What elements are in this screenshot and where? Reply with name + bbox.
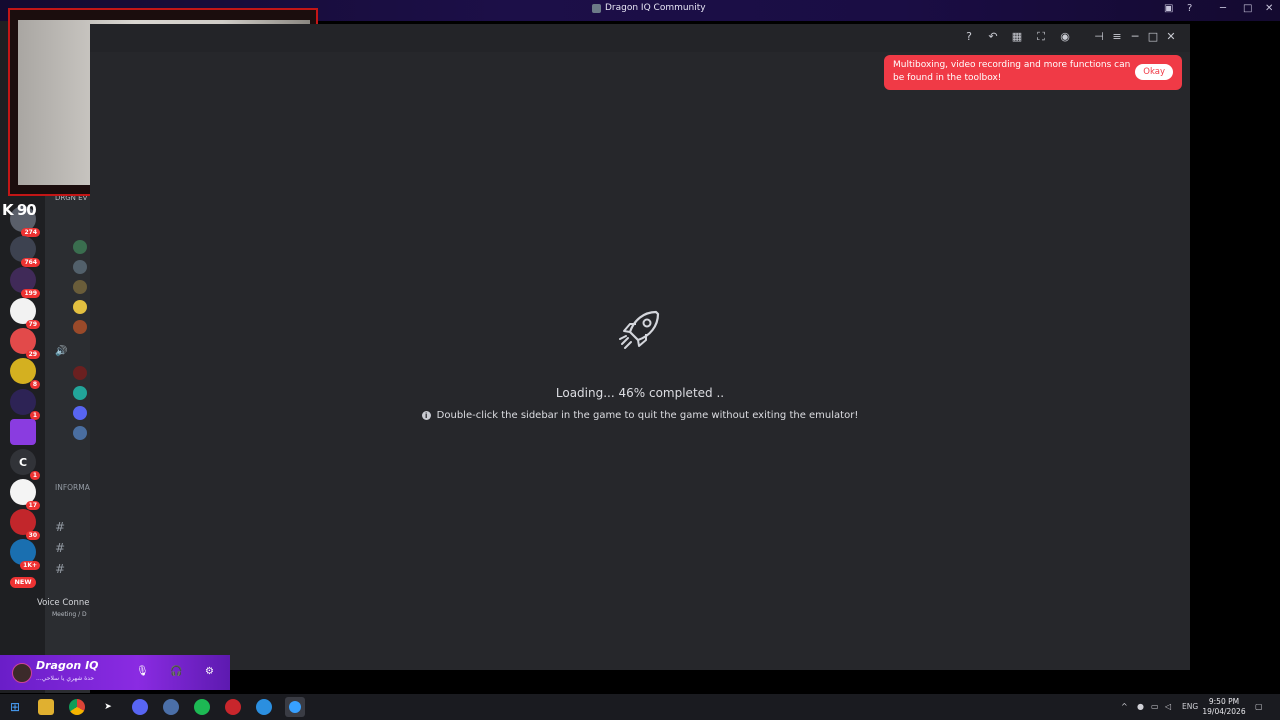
spotify-icon[interactable] bbox=[194, 699, 210, 715]
keymap-icon[interactable]: ▦ bbox=[1010, 30, 1024, 44]
new-badge: NEW bbox=[10, 576, 36, 588]
channel-hash-icon[interactable]: # bbox=[55, 562, 65, 576]
emulator-taskbar-icon[interactable] bbox=[285, 697, 305, 717]
toast-message: Multiboxing, video recording and more fu… bbox=[893, 60, 1131, 83]
window-title: Dragon IQ Community bbox=[592, 3, 706, 13]
guild-letter: C bbox=[18, 455, 28, 469]
user-avatar[interactable] bbox=[12, 663, 32, 683]
guild-badge: 17 bbox=[25, 501, 40, 510]
guild-badge: 764 bbox=[21, 258, 40, 267]
channel-hash-icon[interactable]: # bbox=[55, 520, 65, 534]
telegram-icon[interactable]: ➤ bbox=[100, 699, 116, 715]
member-avatar[interactable] bbox=[73, 280, 87, 294]
guild-8[interactable] bbox=[10, 419, 36, 445]
undo-icon[interactable]: ↶ bbox=[986, 30, 1000, 44]
guild-10[interactable]: 17 bbox=[10, 479, 40, 510]
window-maximize-icon[interactable]: □ bbox=[1243, 3, 1252, 14]
speaker-icon: 🔊 bbox=[55, 346, 68, 357]
user-name: Dragon IQ bbox=[36, 659, 99, 672]
guild-new[interactable]: NEW bbox=[10, 569, 36, 595]
guild-12[interactable]: 1K+ bbox=[10, 539, 40, 570]
close-icon[interactable]: ✕ bbox=[1164, 30, 1178, 44]
info-icon: i bbox=[421, 411, 431, 420]
headphones-icon[interactable]: 🎧 bbox=[170, 666, 182, 677]
clock-time: 9:50 PM bbox=[1208, 697, 1240, 706]
help-icon[interactable]: ? bbox=[962, 30, 976, 44]
app-icon[interactable] bbox=[256, 699, 272, 715]
language-indicator[interactable]: ENG bbox=[1182, 702, 1198, 711]
fullscreen-icon[interactable]: ⛶ bbox=[1034, 30, 1048, 44]
windows-taskbar: ⊞ ➤ ^ ● ▭ ◁ ENG 9:50 PM 19/04/2026 ▢ bbox=[0, 694, 1280, 720]
member-avatar[interactable] bbox=[73, 320, 87, 334]
guild-6[interactable]: 8 bbox=[10, 358, 40, 389]
guild-badge: 199 bbox=[21, 289, 40, 298]
emulator-hint: i Double-click the sidebar in the game t… bbox=[90, 410, 1190, 421]
emulator-window: ? ↶ ▦ ⛶ ◉ ⊣ ≡ ─ □ ✕ Multiboxing, video r… bbox=[90, 24, 1190, 670]
toast-okay-button[interactable]: Okay bbox=[1135, 64, 1173, 80]
member-avatar[interactable] bbox=[73, 260, 87, 274]
notification-icon[interactable]: ▢ bbox=[1255, 702, 1263, 711]
clock-date: 19/04/2026 bbox=[1202, 707, 1246, 716]
guild-badge: 79 bbox=[25, 320, 40, 329]
guild-11[interactable]: 30 bbox=[10, 509, 40, 540]
member-avatar[interactable] bbox=[73, 300, 87, 314]
guild-4[interactable]: 79 bbox=[10, 298, 40, 329]
loading-status: Loading... 46% completed .. bbox=[555, 386, 725, 400]
member-avatar[interactable] bbox=[73, 366, 87, 380]
pin-icon[interactable]: ⊣ bbox=[1092, 30, 1106, 44]
app-icon[interactable] bbox=[163, 699, 179, 715]
tray-chevron-icon[interactable]: ^ bbox=[1121, 702, 1128, 711]
record-icon[interactable]: ◉ bbox=[1058, 30, 1072, 44]
help-circle-icon[interactable]: ? bbox=[1187, 3, 1192, 14]
taskbar-clock[interactable]: 9:50 PM 19/04/2026 bbox=[1200, 697, 1248, 717]
guild-9[interactable]: C1 bbox=[10, 449, 40, 480]
chrome-icon[interactable] bbox=[69, 699, 85, 715]
toolbox-toast: Multiboxing, video recording and more fu… bbox=[884, 55, 1182, 90]
cast-icon[interactable]: ▣ bbox=[1164, 3, 1173, 14]
maximize-icon[interactable]: □ bbox=[1146, 30, 1160, 44]
user-status: ...حدة شهري يا سلاحي bbox=[36, 675, 95, 682]
minimize-icon[interactable]: ─ bbox=[1128, 30, 1142, 44]
guild-badge: 30 bbox=[25, 531, 40, 540]
voice-connected-label: Voice Conne bbox=[37, 598, 90, 608]
overlay-score: K 90 bbox=[2, 201, 37, 219]
member-avatar[interactable] bbox=[73, 240, 87, 254]
window-title-text: Dragon IQ Community bbox=[605, 3, 706, 13]
guild-2[interactable]: 764 bbox=[10, 236, 40, 267]
discord-icon[interactable] bbox=[132, 699, 148, 715]
app-icon bbox=[592, 3, 601, 13]
guild-5[interactable]: 29 bbox=[10, 328, 40, 359]
file-explorer-icon[interactable] bbox=[38, 699, 54, 715]
category-informa[interactable]: INFORMA bbox=[55, 483, 90, 492]
mic-icon[interactable]: 🎙 bbox=[136, 666, 149, 677]
guild-7[interactable]: 1 bbox=[10, 389, 40, 420]
start-windows-icon[interactable]: ⊞ bbox=[7, 699, 23, 715]
rocket-icon bbox=[619, 310, 660, 349]
guild-badge: 8 bbox=[29, 380, 40, 389]
member-avatar[interactable] bbox=[73, 426, 87, 440]
emulator-toolbar: ? ↶ ▦ ⛶ ◉ ⊣ ≡ ─ □ ✕ bbox=[90, 24, 1190, 52]
discord-user-panel: Dragon IQ ...حدة شهري يا سلاحي 🎙 🎧 ⚙ bbox=[0, 655, 230, 690]
voice-channel-label: Meeting / D bbox=[52, 611, 87, 618]
window-minimize-icon[interactable]: ─ bbox=[1220, 3, 1226, 14]
guild-3[interactable]: 199 bbox=[10, 267, 40, 298]
guild-badge: 29 bbox=[25, 350, 40, 359]
channel-hash-icon[interactable]: # bbox=[55, 541, 65, 555]
settings-gear-icon[interactable]: ⚙ bbox=[205, 666, 214, 677]
member-avatar[interactable] bbox=[73, 386, 87, 400]
app-icon[interactable] bbox=[225, 699, 241, 715]
hint-text: Double-click the sidebar in the game to … bbox=[436, 410, 859, 421]
volume-icon[interactable]: ◁ bbox=[1165, 702, 1171, 711]
member-avatar[interactable] bbox=[73, 406, 87, 420]
mic-tray-icon[interactable]: ● bbox=[1137, 702, 1144, 711]
network-icon[interactable]: ▭ bbox=[1151, 702, 1159, 711]
guild-badge: 1 bbox=[29, 471, 40, 480]
window-close-icon[interactable]: ✕ bbox=[1265, 3, 1273, 14]
menu-icon[interactable]: ≡ bbox=[1110, 30, 1124, 44]
